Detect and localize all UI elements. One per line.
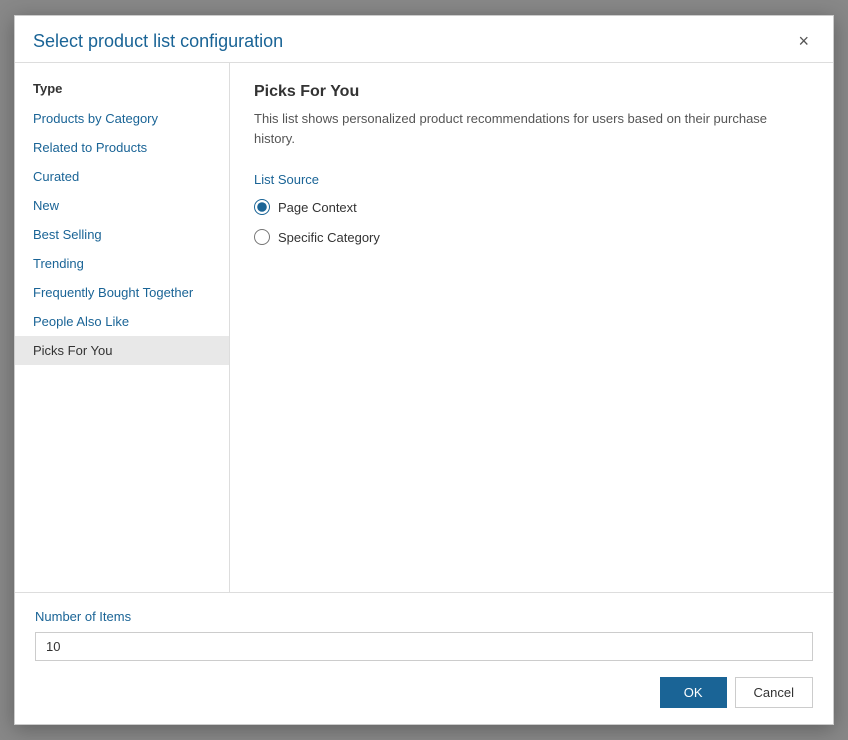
sidebar-item-trending[interactable]: Trending	[15, 249, 229, 278]
sidebar-item-curated[interactable]: Curated	[15, 162, 229, 191]
list-source-label: List Source	[254, 172, 809, 187]
ok-button[interactable]: OK	[660, 677, 727, 708]
sidebar-item-best-selling[interactable]: Best Selling	[15, 220, 229, 249]
main-content: Picks For You This list shows personaliz…	[230, 63, 833, 592]
dialog-header: Select product list configuration ×	[15, 16, 833, 62]
dialog-footer: Number of Items OK Cancel	[15, 592, 833, 724]
radio-option-specific-category[interactable]: Specific Category	[254, 229, 809, 245]
dialog-title: Select product list configuration	[33, 31, 283, 52]
radio-input-page-context[interactable]	[254, 199, 270, 215]
number-of-items-input[interactable]	[35, 632, 813, 661]
sidebar: Type Products by CategoryRelated to Prod…	[15, 63, 230, 592]
close-button[interactable]: ×	[792, 30, 815, 52]
sidebar-item-people-also-like[interactable]: People Also Like	[15, 307, 229, 336]
cancel-button[interactable]: Cancel	[735, 677, 813, 708]
sidebar-item-related-to-products[interactable]: Related to Products	[15, 133, 229, 162]
radio-label-page-context: Page Context	[278, 200, 357, 215]
radio-input-specific-category[interactable]	[254, 229, 270, 245]
number-of-items-label: Number of Items	[35, 609, 813, 624]
sidebar-item-frequently-bought-together[interactable]: Frequently Bought Together	[15, 278, 229, 307]
radio-option-page-context[interactable]: Page Context	[254, 199, 809, 215]
sidebar-item-new[interactable]: New	[15, 191, 229, 220]
radio-options-container: Page Context Specific Category	[254, 199, 809, 259]
dialog: Select product list configuration × Type…	[14, 15, 834, 725]
type-label: Type	[15, 71, 229, 104]
radio-label-specific-category: Specific Category	[278, 230, 380, 245]
sidebar-item-products-by-category[interactable]: Products by Category	[15, 104, 229, 133]
content-description: This list shows personalized product rec…	[254, 109, 809, 148]
content-title: Picks For You	[254, 83, 809, 101]
sidebar-item-picks-for-you[interactable]: Picks For You	[15, 336, 229, 365]
footer-buttons: OK Cancel	[35, 677, 813, 708]
dialog-body: Type Products by CategoryRelated to Prod…	[15, 62, 833, 592]
